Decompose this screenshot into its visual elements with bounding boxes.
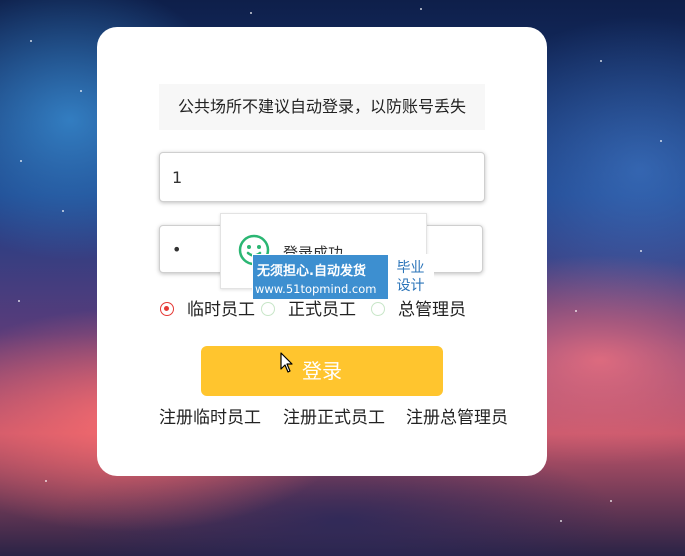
register-temp-link[interactable]: 注册临时员工 [159, 405, 261, 431]
watermark-main-text: 无须担心.自动发货 [257, 264, 366, 279]
watermark-badge: 无须担心.自动发货 www.51topmind.com 毕业 设计 [252, 254, 434, 300]
watermark-side-line-1: 毕业 [396, 260, 425, 276]
watermark-side: 毕业 设计 [387, 255, 433, 299]
radio-temp-checked[interactable] [160, 302, 174, 316]
role-label-temp: 临时员工 [187, 300, 255, 320]
role-label-formal: 正式员工 [288, 300, 356, 320]
watermark-side-line-2: 设计 [396, 278, 425, 294]
login-button[interactable]: 登录 [201, 346, 443, 396]
radio-formal[interactable] [261, 302, 275, 316]
register-admin-link[interactable]: 注册总管理员 [406, 405, 508, 431]
username-input[interactable]: 1 [159, 152, 485, 202]
register-formal-link[interactable]: 注册正式员工 [283, 405, 385, 431]
watermark-url: www.51topmind.com [255, 282, 377, 296]
auto-login-notice: 公共场所不建议自动登录，以防账号丢失 [159, 84, 485, 130]
radio-admin[interactable] [371, 302, 385, 316]
role-label-admin: 总管理员 [398, 300, 466, 320]
mouse-cursor-icon [280, 352, 293, 373]
